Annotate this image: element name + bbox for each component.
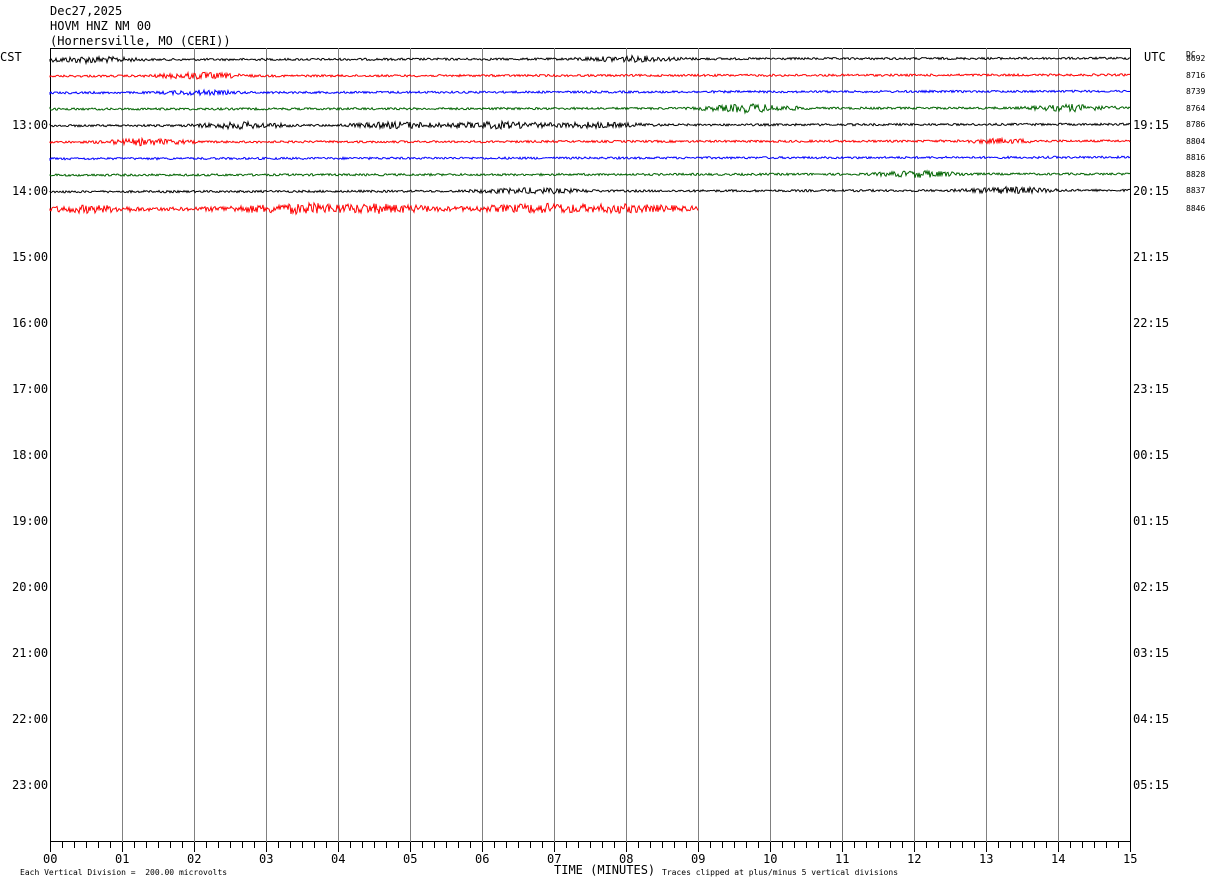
left-hour-label: 22:00 [12,712,49,726]
dc-value-label: 8837 [1186,186,1206,195]
trace-line [49,54,1131,66]
x-tick-label: 13 [979,852,994,866]
left-hour-label: 23:00 [12,778,49,792]
trace-line [49,136,1131,147]
dc-value-label: 8739 [1186,87,1206,96]
right-hour-label: 22:15 [1133,316,1170,330]
left-hour-label: 16:00 [12,316,49,330]
dc-value-label: 8716 [1186,70,1206,80]
x-tick-label: 10 [763,852,778,866]
clip-note: Traces clipped at plus/minus 5 vertical … [662,868,899,877]
trace-line [49,185,1130,196]
dc-value-label: 8786 [1186,120,1206,129]
trace-line [49,88,1131,97]
left-hour-label: 20:00 [12,580,49,594]
x-tick-label: 00 [43,852,58,866]
left-hour-label: 21:00 [12,646,49,660]
right-hour-label: 21:15 [1133,250,1170,264]
dc-value-label: 8804 [1186,136,1206,146]
left-hour-label: 14:00 [12,184,49,198]
dc-value-label: 8816 [1186,153,1206,162]
x-tick-label: 12 [907,852,922,866]
x-axis-title: TIME (MINUTES) [554,863,656,877]
right-hour-label: 05:15 [1133,778,1170,792]
right-hour-label: 01:15 [1133,514,1170,528]
x-tick-label: 02 [187,852,202,866]
left-hour-label: 19:00 [12,514,49,528]
left-hour-label: 15:00 [12,250,49,264]
dc-value-label: 8692 [1186,54,1206,63]
left-hour-label: 13:00 [12,118,49,132]
plot-frame [50,48,1131,842]
dc-value-label: 8828 [1186,169,1206,179]
right-hour-label: 04:15 [1133,712,1170,726]
trace-line [49,201,699,216]
right-hour-label: 19:15 [1133,118,1170,132]
x-tick-label: 04 [331,852,346,866]
scale-note: Each Vertical Division = 200.00 microvol… [20,868,228,877]
x-tick-label: 03 [259,852,274,866]
x-tick-label: 01 [115,852,130,866]
right-hour-label: 02:15 [1133,580,1170,594]
right-hour-label: 00:15 [1133,448,1170,462]
x-tick-label: 15 [1123,852,1138,866]
x-tick-label: 06 [475,852,490,866]
x-tick-label: 14 [1051,852,1066,866]
dc-value-label: 8846 [1186,203,1206,213]
trace-line [49,119,1131,131]
left-hour-label: 17:00 [12,382,49,396]
x-tick-label: 09 [691,852,706,866]
dc-value-label: 8764 [1186,103,1206,113]
right-hour-label: 23:15 [1133,382,1170,396]
seismogram-plot [49,48,1131,852]
trace-line [49,169,1131,178]
trace-line [49,103,1131,115]
x-tick-label: 11 [835,852,850,866]
trace-line [49,70,1131,81]
right-hour-label: 20:15 [1133,184,1170,198]
x-tick-label: 05 [403,852,418,866]
left-hour-label: 18:00 [12,448,49,462]
right-hour-label: 03:15 [1133,646,1170,660]
trace-line [49,155,1131,161]
